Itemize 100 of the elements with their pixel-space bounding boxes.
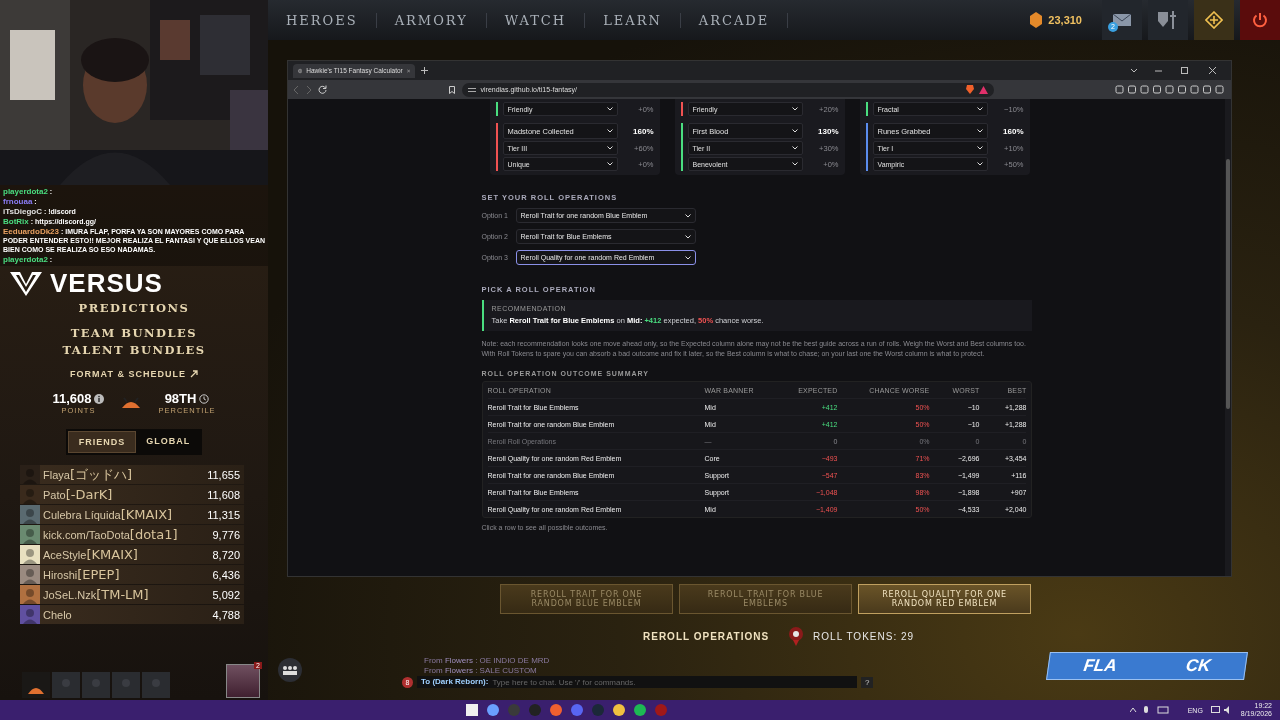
chevron-down-icon bbox=[976, 146, 983, 150]
player-name: Chelo bbox=[43, 608, 73, 621]
banner-text: CK bbox=[1184, 656, 1212, 676]
player-score: 8,720 bbox=[212, 548, 241, 561]
chevron-down-icon bbox=[684, 255, 691, 260]
people-icon bbox=[282, 665, 298, 675]
player-name: Pato[-DarK] bbox=[43, 488, 114, 501]
player-score: 11,655 bbox=[207, 468, 241, 481]
external-link-icon bbox=[189, 370, 198, 378]
menu-link[interactable]: TEAM BUNDLES bbox=[70, 326, 198, 340]
shield-icon bbox=[1158, 11, 1178, 29]
gem-icon bbox=[1030, 12, 1043, 28]
leaderboard-row[interactable]: Pato[-DarK] 11,608 bbox=[20, 485, 244, 504]
chevron-down-icon bbox=[684, 234, 691, 239]
chevron-down-icon bbox=[976, 129, 983, 133]
chevron-down-icon bbox=[684, 213, 691, 218]
player-name: Culebra Líquida[KMAIX] bbox=[43, 508, 174, 521]
chevron-down-icon bbox=[791, 162, 798, 166]
clock-icon bbox=[199, 393, 210, 404]
chat-message: From Flowers : SALE CUSTOM bbox=[424, 666, 538, 675]
menu-link[interactable]: PREDICTIONS bbox=[78, 301, 190, 315]
reroll-button[interactable]: REROLL QUALITY FOR ONE RANDOM RED EMBLEM bbox=[858, 584, 1031, 614]
player-name: Flaya[ゴッドハ] bbox=[43, 468, 134, 481]
chevron-down-icon bbox=[791, 146, 798, 150]
leaderboard-tab[interactable]: FRIENDS bbox=[67, 431, 137, 453]
leaderboard-row[interactable]: Culebra Líquida[KMAIX] 11,315 bbox=[20, 505, 244, 524]
chevron-down-icon bbox=[976, 107, 983, 111]
total-percent: 160% bbox=[632, 126, 654, 136]
chevron-down-icon bbox=[976, 162, 983, 166]
triangle-icon[interactable] bbox=[978, 85, 988, 94]
armory-button[interactable] bbox=[1148, 0, 1188, 40]
nav-tab[interactable]: ARMORY bbox=[376, 12, 487, 28]
chat-input[interactable]: Type here to chat. Use '/' for commands. bbox=[492, 676, 857, 688]
logo-icon bbox=[10, 271, 42, 296]
percentile-value: 98TH bbox=[164, 391, 197, 406]
schedule-link[interactable]: FORMAT & SCHEDULE bbox=[70, 369, 198, 379]
player-score: 5,092 bbox=[212, 588, 241, 601]
power-button[interactable] bbox=[1240, 0, 1280, 40]
player-name: kick.com/TaoDota[dota1] bbox=[43, 528, 179, 541]
avatar-icon bbox=[20, 565, 40, 584]
avatar-icon bbox=[20, 465, 40, 484]
banner-text: FLA bbox=[1082, 656, 1119, 676]
chevron-down-icon bbox=[606, 162, 613, 166]
avatar-icon bbox=[20, 525, 40, 544]
player-score: 4,788 bbox=[212, 608, 241, 621]
toolbar-icons-drawing[interactable] bbox=[1115, 85, 1225, 94]
site-settings-icon bbox=[467, 86, 476, 93]
total-percent: 160% bbox=[1002, 126, 1024, 136]
avatar-icon bbox=[20, 505, 40, 524]
reroll-button[interactable]: REROLL TRAIT FOR BLUE EMBLEMS bbox=[679, 584, 852, 614]
nav-tab[interactable]: WATCH bbox=[486, 12, 586, 28]
chevron-down-icon bbox=[606, 107, 613, 111]
player-name: AceStyle[KMAIX] bbox=[43, 548, 139, 561]
leaderboard-row[interactable]: Chelo 4,788 bbox=[20, 605, 244, 624]
party-button[interactable] bbox=[278, 658, 302, 682]
leaderboard-row[interactable]: Hiroshi[EPEP] 6,436 bbox=[20, 565, 244, 584]
info-icon bbox=[94, 393, 105, 404]
leaderboard-row[interactable]: kick.com/TaoDota[dota1] 9,776 bbox=[20, 525, 244, 544]
avatar-icon bbox=[20, 545, 40, 564]
chevron-down-icon bbox=[606, 129, 613, 133]
total-percent: 130% bbox=[817, 126, 839, 136]
player-score: 9,776 bbox=[212, 528, 241, 541]
new-tab-icon[interactable] bbox=[421, 67, 428, 74]
mail-icon bbox=[1113, 14, 1131, 26]
player-score: 6,436 bbox=[212, 568, 241, 581]
token-icon bbox=[787, 626, 806, 646]
globe-icon bbox=[298, 66, 303, 75]
reroll-button[interactable]: REROLL TRAIT FOR ONE RANDOM BLUE EMBLEM bbox=[500, 584, 673, 614]
player-score: 11,608 bbox=[207, 488, 241, 501]
chat-target-label: To (Dark Reborn): bbox=[417, 676, 493, 688]
scrollbar-thumb[interactable] bbox=[1226, 159, 1230, 409]
chevron-down-icon bbox=[606, 146, 613, 150]
plus-button[interactable] bbox=[1194, 0, 1234, 40]
leaderboard-row[interactable]: JoSeL.Nzk[TM-LM] 5,092 bbox=[20, 585, 244, 604]
nav-tab[interactable]: LEARN bbox=[585, 12, 681, 28]
player-score: 11,315 bbox=[207, 508, 241, 521]
player-name: Hiroshi[EPEP] bbox=[43, 568, 121, 581]
power-icon bbox=[1252, 12, 1268, 28]
leaderboard-tab[interactable]: GLOBAL bbox=[136, 431, 201, 453]
scrollbar[interactable] bbox=[1225, 99, 1231, 576]
help-button[interactable]: ? bbox=[861, 676, 874, 688]
currency-amount: 23,310 bbox=[1048, 14, 1082, 26]
roll-tokens-count: ROLL TOKENS: 29 bbox=[813, 630, 915, 642]
avatar-icon bbox=[20, 605, 40, 624]
avatar-icon bbox=[20, 585, 40, 604]
leaderboard-row[interactable]: AceStyle[KMAIX] 8,720 bbox=[20, 545, 244, 564]
reroll-operations-label: REROLL OPERATIONS bbox=[643, 630, 770, 642]
plus-icon bbox=[1205, 11, 1223, 29]
chat-message: From Flowers : OE INDIO DE MRD bbox=[424, 656, 551, 665]
chevron-down-icon bbox=[791, 107, 798, 111]
bookmark-icon[interactable] bbox=[448, 85, 455, 94]
leaderboard-row[interactable]: Flaya[ゴッドハ] 11,655 bbox=[20, 465, 244, 484]
menu-link[interactable]: TALENT BUNDLES bbox=[62, 343, 206, 357]
nav-tab[interactable]: HEROES bbox=[268, 12, 377, 28]
reload-icon[interactable] bbox=[318, 85, 327, 94]
points-value: 11,608 bbox=[52, 391, 92, 406]
logo-text: VERSUS bbox=[50, 268, 163, 299]
nav-tab[interactable]: ARCADE bbox=[680, 12, 789, 28]
chevron-down-icon bbox=[791, 129, 798, 133]
player-name: JoSeL.Nzk[TM-LM] bbox=[43, 588, 150, 601]
